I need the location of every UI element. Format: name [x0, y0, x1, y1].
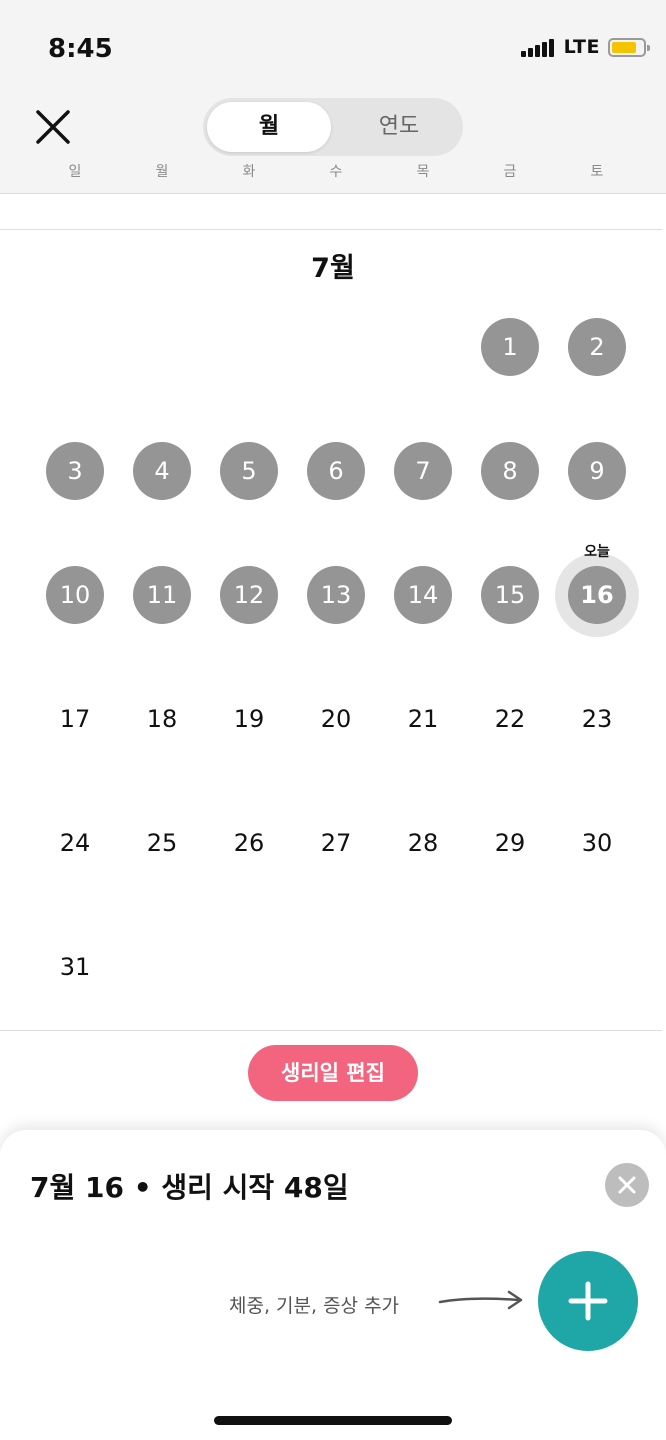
calendar-day[interactable]: 31 [46, 938, 104, 996]
calendar-day[interactable]: 4 [133, 442, 191, 500]
battery-icon [608, 37, 650, 57]
calendar-day[interactable]: 15 [481, 566, 539, 624]
weekday-label: 수 [329, 164, 343, 180]
close-circle-icon[interactable] [605, 1163, 649, 1207]
add-hint-text: 체중, 기분, 증상 추가 [229, 1295, 400, 1317]
calendar-day[interactable]: 3 [46, 442, 104, 500]
signal-icon [520, 37, 556, 57]
network-type: LTE [563, 36, 600, 58]
status-indicators: LTE [520, 36, 650, 58]
weekday-label: 월 [155, 164, 169, 180]
calendar-day[interactable]: 19 [220, 690, 278, 748]
arrow-right-icon [437, 1285, 527, 1315]
calendar-day[interactable]: 18 [133, 690, 191, 748]
calendar-day[interactable]: 13 [307, 566, 365, 624]
edit-period-button[interactable]: 생리일 편집 [248, 1045, 418, 1101]
calendar-day[interactable]: 7 [394, 442, 452, 500]
divider [0, 1030, 662, 1031]
calendar-day[interactable]: 17 [46, 690, 104, 748]
add-log-button[interactable] [538, 1251, 638, 1351]
calendar-day[interactable]: 2 [568, 318, 626, 376]
calendar-day[interactable]: 16 [568, 566, 626, 624]
calendar-day[interactable]: 26 [220, 814, 278, 872]
calendar-day[interactable]: 5 [220, 442, 278, 500]
day-detail-sheet: 7월 16 • 생리 시작 48일 체중, 기분, 증상 추가 [0, 1130, 666, 1440]
weekday-label: 금 [503, 164, 517, 180]
calendar-day[interactable]: 29 [481, 814, 539, 872]
calendar-day[interactable]: 11 [133, 566, 191, 624]
calendar-day[interactable]: 23 [568, 690, 626, 748]
view-segmented-control: 월 연도 [203, 98, 463, 156]
weekday-label: 목 [416, 164, 430, 180]
divider [0, 229, 662, 230]
calendar-day[interactable]: 14 [394, 566, 452, 624]
calendar-day[interactable]: 20 [307, 690, 365, 748]
calendar-day[interactable]: 24 [46, 814, 104, 872]
tab-year[interactable]: 연도 [337, 98, 461, 156]
status-time: 8:45 [48, 34, 113, 64]
calendar-day[interactable]: 27 [307, 814, 365, 872]
calendar-day[interactable]: 1 [481, 318, 539, 376]
plus-icon [568, 1281, 608, 1321]
weekday-label: 화 [242, 164, 256, 180]
calendar-day[interactable]: 6 [307, 442, 365, 500]
calendar-day[interactable]: 22 [481, 690, 539, 748]
calendar-day[interactable]: 28 [394, 814, 452, 872]
month-title: 7월 [311, 253, 355, 284]
calendar-day[interactable]: 8 [481, 442, 539, 500]
calendar-day[interactable]: 25 [133, 814, 191, 872]
calendar-day[interactable]: 9 [568, 442, 626, 500]
top-header-area: 8:45 LTE 월 연도 일월화수목금토 [0, 0, 666, 194]
close-x-icon[interactable] [30, 104, 76, 150]
home-indicator [214, 1416, 452, 1425]
calendar-day[interactable]: 12 [220, 566, 278, 624]
sheet-title: 7월 16 • 생리 시작 48일 [30, 1171, 349, 1204]
calendar-day[interactable]: 10 [46, 566, 104, 624]
weekday-header: 일월화수목금토 [0, 161, 666, 183]
tab-month[interactable]: 월 [207, 102, 331, 152]
weekday-label: 토 [590, 164, 604, 180]
today-label: 오늘 [584, 544, 610, 560]
calendar-day[interactable]: 30 [568, 814, 626, 872]
calendar-day[interactable]: 21 [394, 690, 452, 748]
weekday-label: 일 [68, 164, 82, 180]
